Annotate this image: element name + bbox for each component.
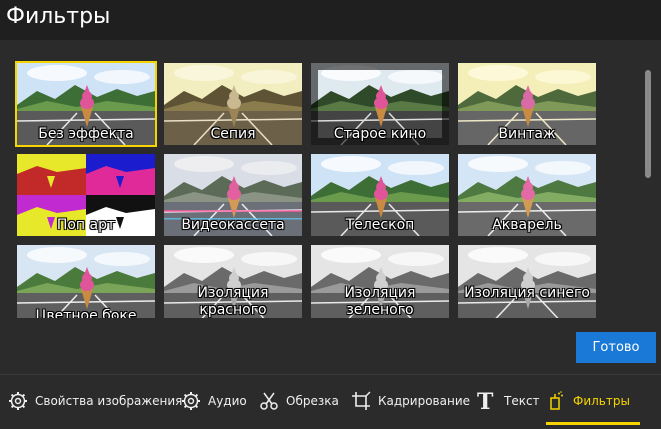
text-icon: T (477, 390, 494, 412)
filters-icon (550, 391, 563, 410)
done-button[interactable]: Готово (576, 332, 656, 363)
filter-label: Винтаж (498, 126, 556, 142)
filter-label: Цветное боке (35, 308, 137, 318)
filter-tile[interactable]: Старое кино (309, 61, 451, 147)
title-bar: Фильтры (0, 0, 661, 40)
scrollbar-thumb[interactable] (645, 70, 651, 178)
scissors-icon (260, 392, 278, 410)
filter-label: Изоляция зеленого (344, 285, 416, 318)
filter-tile[interactable]: Сепия (162, 61, 304, 147)
tab-audio[interactable]: Аудио (181, 375, 247, 427)
filter-label: Телескоп (345, 217, 415, 233)
filter-thumbnail (458, 245, 596, 318)
crop-icon (352, 391, 371, 410)
filter-label: Видеокассета (181, 217, 285, 233)
filter-tile[interactable]: Цветное боке (15, 243, 157, 318)
filter-label: Сепия (210, 126, 256, 142)
filters-grid[interactable]: Без эффекта Сепия Старое кино Винтаж Поп… (0, 40, 661, 318)
filter-tile[interactable]: Изоляция зеленого (309, 243, 451, 318)
window-title: Фильтры (6, 4, 111, 29)
svg-text:T: T (477, 390, 494, 412)
tab-trim[interactable]: Обрезка (259, 375, 339, 427)
tab-crop[interactable]: Кадрирование (351, 375, 470, 427)
filter-tile[interactable]: Без эффекта (15, 61, 157, 147)
filter-tile[interactable]: Изоляция красного (162, 243, 304, 318)
tab-label: Фильтры (573, 394, 630, 408)
filter-label: Акварель (492, 217, 562, 233)
filter-tile[interactable]: Винтаж (456, 61, 598, 147)
tab-label: Кадрирование (378, 394, 470, 408)
image-settings-icon (9, 392, 27, 410)
tab-filters[interactable]: Фильтры (546, 375, 640, 427)
filter-tile[interactable]: Поп арт (15, 152, 157, 238)
filter-tile[interactable]: Телескоп (309, 152, 451, 238)
filter-label: Без эффекта (38, 126, 134, 142)
filter-label: Изоляция синего (464, 285, 590, 301)
filter-label: Поп арт (56, 217, 116, 233)
tab-label: Аудио (208, 394, 247, 408)
tab-text[interactable]: T Текст (475, 375, 540, 427)
bottom-toolbar: Свойства изображения Аудио Обрезка Кадри… (0, 374, 661, 429)
filter-tile[interactable]: Акварель (456, 152, 598, 238)
filter-label: Старое кино (333, 126, 427, 142)
audio-gear-icon (182, 392, 200, 410)
tab-label: Текст (504, 394, 540, 408)
tab-label: Свойства изображения (35, 394, 183, 408)
tab-image-properties[interactable]: Свойства изображения (8, 375, 182, 427)
filter-tile[interactable]: Видеокассета (162, 152, 304, 238)
filter-tile[interactable]: Изоляция синего (456, 243, 598, 318)
tab-label: Обрезка (286, 394, 339, 408)
filter-label: Изоляция красного (197, 285, 269, 318)
